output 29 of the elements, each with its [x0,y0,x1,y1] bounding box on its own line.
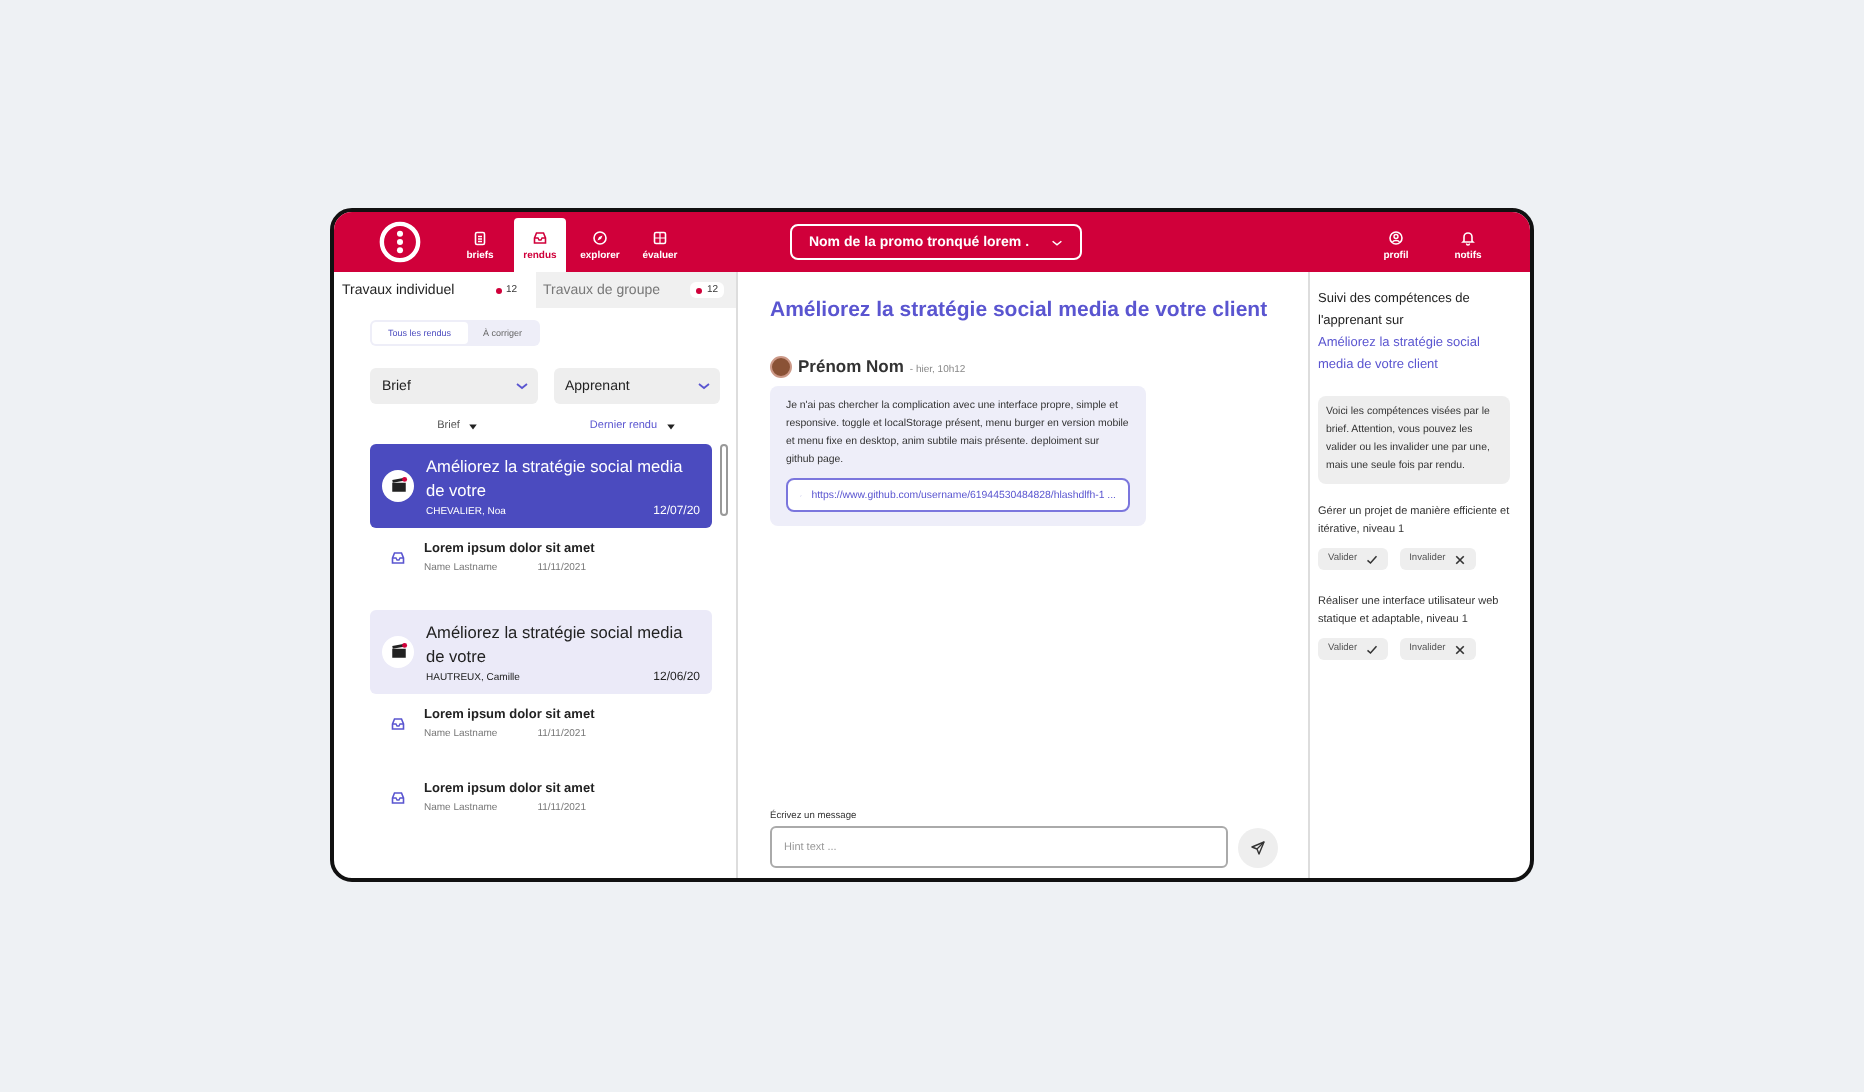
avatar [770,356,792,378]
bell-icon [1460,229,1476,245]
submission-title: Améliorez la stratégie social media de votre [426,619,685,667]
chevron-down-icon [1049,235,1064,249]
author-name: Prénom Nom [798,356,904,376]
close-icon [1453,643,1466,655]
close-icon [1453,553,1466,565]
caret-down-icon [467,421,478,431]
inbox-icon [532,229,548,245]
brief-title: Améliorez la stratégie social media de votre client [770,298,1270,322]
submission-title: Améliorez la stratégie social media de votre [426,453,685,501]
scrollbar[interactable] [719,444,728,516]
check-icon [1365,553,1378,565]
inbox-icon [390,550,406,566]
logo-icon [378,220,422,264]
send-icon [1250,839,1266,855]
grid-icon [652,229,668,245]
inbox-icon [390,716,406,732]
send-button[interactable] [1238,827,1278,867]
inbox-icon [390,790,406,806]
chevron-down-icon [696,378,712,394]
clapperboard-icon [389,476,407,494]
check-icon [1365,643,1378,655]
chevron-down-icon [513,378,529,394]
caret-down-icon [665,421,676,431]
clapperboard-icon [389,642,407,660]
profile-icon [1388,229,1404,245]
compass-icon [592,229,608,245]
clipboard-icon [472,229,488,245]
